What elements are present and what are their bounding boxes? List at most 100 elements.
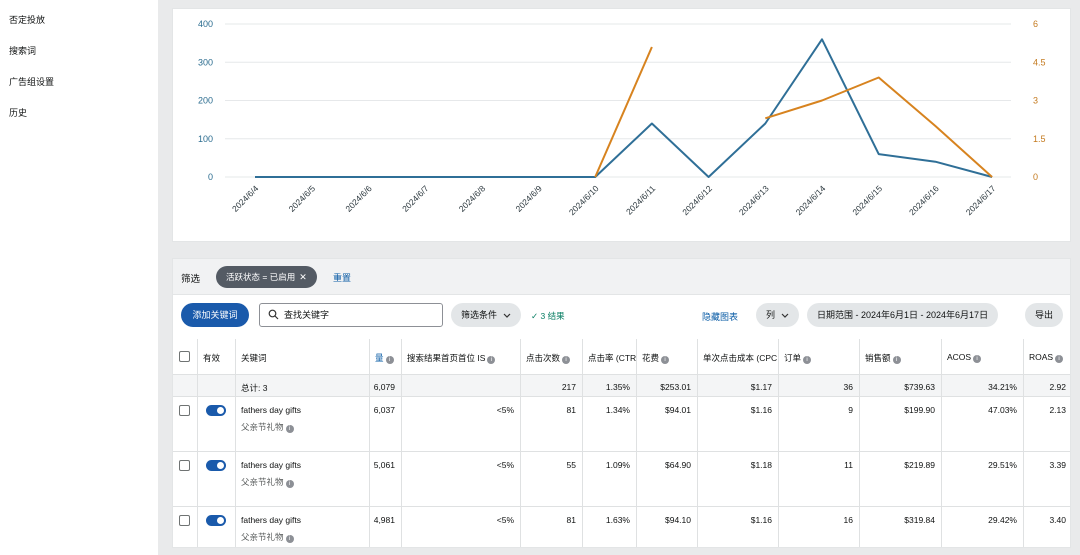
info-icon[interactable]: i bbox=[285, 425, 294, 433]
header-ctr[interactable]: 点击率 (CTR bbox=[583, 339, 637, 374]
sidebar-item-search-terms[interactable]: 搜索词 bbox=[9, 44, 36, 57]
impressions-value: 6,037 bbox=[373, 405, 395, 415]
header-ctr-label: 点击率 (CTR bbox=[588, 353, 637, 363]
header-active[interactable]: 有效 bbox=[198, 339, 236, 374]
y-right-tick-label: 6 bbox=[1033, 19, 1038, 29]
header-top-is-label: 搜索结果首页首位 IS bbox=[407, 353, 486, 363]
filter-conditions-dropdown[interactable]: 筛选条件 bbox=[451, 303, 522, 327]
orders-value: 11 bbox=[844, 460, 853, 470]
sidebar-item-negative-targeting[interactable]: 否定投放 bbox=[9, 13, 45, 26]
row-keyword-cell: fathers day gifts 父亲节礼物 i bbox=[236, 452, 370, 506]
header-sales-label: 销售额 bbox=[865, 353, 891, 363]
total-acos: 34.21% bbox=[988, 382, 1017, 392]
select-all-checkbox[interactable] bbox=[179, 351, 190, 362]
sidebar: 否定投放 搜索词 广告组设置 历史 bbox=[0, 0, 158, 555]
header-clicks[interactable]: 点击次数 i bbox=[521, 339, 583, 374]
sales-value: $219.89 bbox=[904, 460, 935, 470]
info-icon[interactable]: i bbox=[1055, 355, 1064, 363]
cpc-cell: $1.18 bbox=[698, 452, 779, 506]
columns-dropdown[interactable]: 列 bbox=[756, 303, 800, 327]
header-keyword-label: 关键词 bbox=[241, 353, 267, 363]
active-toggle[interactable] bbox=[206, 460, 226, 471]
row-checkbox[interactable] bbox=[179, 515, 190, 526]
date-range-picker[interactable]: 日期范围 - 2024年6月1日 - 2024年6月17日 bbox=[807, 303, 999, 327]
columns-label: 列 bbox=[766, 310, 776, 320]
keyword-translation: 父亲节礼物 i bbox=[241, 476, 294, 488]
info-icon[interactable]: i bbox=[285, 535, 294, 543]
row-active-cell bbox=[198, 507, 236, 547]
total-ctr-cell: 1.35% bbox=[583, 375, 637, 396]
export-button[interactable]: 导出 bbox=[1025, 303, 1064, 327]
header-roas[interactable]: ROAS i bbox=[1024, 339, 1070, 374]
roas-value: 3.39 bbox=[1049, 460, 1066, 470]
filter-bar: 筛选 活跃状态 = 已启用 ✕ 重置 bbox=[173, 259, 1070, 295]
info-icon[interactable]: i bbox=[803, 356, 812, 364]
orders-cell: 9 bbox=[779, 397, 860, 451]
active-toggle[interactable] bbox=[206, 405, 226, 416]
header-orders[interactable]: 订单 i bbox=[779, 339, 860, 374]
header-acos[interactable]: ACOS i bbox=[942, 339, 1024, 374]
spend-cell: $64.90 bbox=[637, 452, 698, 506]
keyword-translation-text: 父亲节礼物 bbox=[241, 477, 284, 487]
cpc-cell: $1.16 bbox=[698, 397, 779, 451]
cpc-value: $1.16 bbox=[750, 405, 772, 415]
clicks-cell: 81 bbox=[521, 397, 583, 451]
series-line bbox=[594, 46, 653, 178]
clicks-cell: 55 bbox=[521, 452, 583, 506]
search-input[interactable] bbox=[284, 307, 434, 323]
row-checkbox[interactable] bbox=[179, 460, 190, 471]
x-tick-label: 2024/6/13 bbox=[737, 183, 771, 217]
info-icon[interactable]: i bbox=[285, 480, 294, 488]
info-icon[interactable]: i bbox=[562, 356, 571, 364]
table-total-row: 总计: 3 6,079 217 1.35% $253.01 $1.17 36 $… bbox=[173, 375, 1070, 397]
keyword-text: fathers day gifts bbox=[241, 515, 302, 525]
y-left-tick-label: 300 bbox=[198, 57, 213, 67]
total-spend-cell: $253.01 bbox=[637, 375, 698, 396]
info-icon[interactable]: i bbox=[661, 356, 670, 364]
total-spend: $253.01 bbox=[660, 382, 691, 392]
sales-value: $319.84 bbox=[904, 515, 935, 525]
clicks-value: 81 bbox=[566, 405, 576, 415]
active-status-filter-chip[interactable]: 活跃状态 = 已启用 ✕ bbox=[216, 266, 317, 288]
keyword-translation: 父亲节礼物 i bbox=[241, 531, 294, 543]
info-icon[interactable]: i bbox=[892, 356, 901, 364]
header-sales[interactable]: 销售额 i bbox=[860, 339, 942, 374]
close-icon[interactable]: ✕ bbox=[299, 272, 307, 282]
keyword-search-box[interactable] bbox=[259, 303, 443, 327]
table-toolbar: 添加关键词 筛选条件 ✓ 3 结果 隐藏图表 列 日期范围 - 2024年6月1… bbox=[173, 297, 1070, 333]
impressions-cell: 6,037 bbox=[370, 397, 402, 451]
active-toggle[interactable] bbox=[206, 515, 226, 526]
header-impressions[interactable]: 量i bbox=[370, 339, 402, 374]
keyword-translation: 父亲节礼物 i bbox=[241, 421, 294, 433]
info-icon[interactable]: i bbox=[487, 356, 496, 364]
header-top-is[interactable]: 搜索结果首页首位 IS i bbox=[402, 339, 521, 374]
search-icon bbox=[268, 309, 279, 320]
series-line bbox=[765, 76, 993, 178]
x-tick-label: 2024/6/15 bbox=[850, 183, 884, 217]
sidebar-item-ad-group-settings[interactable]: 广告组设置 bbox=[9, 75, 54, 88]
header-spend[interactable]: 花费 i bbox=[637, 339, 698, 374]
keyword-translation-text: 父亲节礼物 bbox=[241, 422, 284, 432]
spend-cell: $94.01 bbox=[637, 397, 698, 451]
header-cpc[interactable]: 单次点击成本 (CPC bbox=[698, 339, 779, 374]
header-keyword[interactable]: 关键词 bbox=[236, 339, 370, 374]
add-keyword-button[interactable]: 添加关键词 bbox=[181, 303, 249, 327]
keyword-table-section: 筛选 活跃状态 = 已启用✕ 重置 添加关键词 筛选条件 ✓ 3 结果 隐藏图表… bbox=[172, 258, 1071, 548]
top-is-cell: <5% bbox=[402, 452, 521, 506]
y-left-tick-label: 100 bbox=[198, 134, 213, 144]
series-line bbox=[255, 38, 993, 178]
roas-value: 2.13 bbox=[1049, 405, 1066, 415]
hide-chart-link[interactable]: 隐藏图表 bbox=[702, 310, 738, 323]
ctr-cell: 1.09% bbox=[583, 452, 637, 506]
x-tick-label: 2024/6/4 bbox=[230, 183, 261, 214]
info-icon[interactable]: i bbox=[973, 355, 982, 363]
total-roas: 2.92 bbox=[1049, 382, 1066, 392]
reset-filter-link[interactable]: 重置 bbox=[333, 271, 351, 284]
total-clicks-cell: 217 bbox=[521, 375, 583, 396]
row-checkbox[interactable] bbox=[179, 405, 190, 416]
sidebar-item-history[interactable]: 历史 bbox=[9, 106, 27, 119]
info-icon[interactable]: i bbox=[385, 356, 394, 364]
row-keyword-cell: fathers day gifts 父亲节礼物 i bbox=[236, 397, 370, 451]
keyword-text: fathers day gifts bbox=[241, 460, 302, 470]
header-impressions-label: 量 bbox=[375, 353, 384, 363]
